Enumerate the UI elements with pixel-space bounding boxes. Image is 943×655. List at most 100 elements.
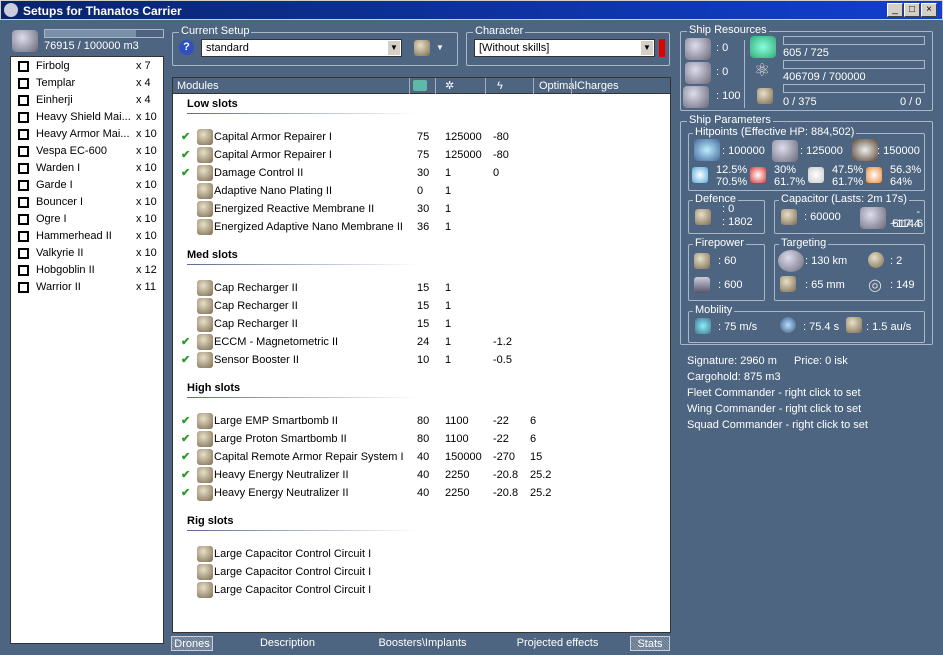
drone-list-item[interactable]: Heavy Shield Mai... x 10 xyxy=(11,109,163,126)
turret-icon xyxy=(685,38,711,60)
drone-list-item[interactable]: Valkyrie II x 10 xyxy=(11,245,163,262)
drone-list-item[interactable]: Hobgoblin II x 12 xyxy=(11,262,163,279)
module-row[interactable]: ✔ Capital Remote Armor Repair System I 40 1… xyxy=(173,448,670,466)
checkbox[interactable] xyxy=(18,163,29,174)
drone-name: Ogre I xyxy=(36,213,67,225)
checkbox[interactable] xyxy=(18,282,29,293)
checkbox[interactable] xyxy=(18,197,29,208)
tab-projected-effects[interactable]: Projected effects xyxy=(505,636,610,651)
checkbox[interactable] xyxy=(18,248,29,259)
sensor-strength: : 149 xyxy=(890,279,915,291)
module-row[interactable]: ✔ Large Proton Smartbomb II 80 1100 -22 6 xyxy=(173,430,670,448)
module-name: Large Capacitor Control Circuit I xyxy=(214,566,372,578)
firepower-label: Firepower xyxy=(693,237,746,249)
drone-quantity: x 12 xyxy=(136,264,157,276)
defence-b: : 1802 xyxy=(722,216,753,228)
module-row[interactable]: Energized Adaptive Nano Membrane II 36 1 xyxy=(173,218,670,236)
module-row[interactable]: ✔ Heavy Energy Neutralizer II 40 2250 -20.8 2… xyxy=(173,466,670,484)
col-charges[interactable]: Charges xyxy=(577,78,619,94)
module-row[interactable]: ✔ Capital Armor Repairer I 75 125000 -80 xyxy=(173,146,670,164)
module-row[interactable]: Large Capacitor Control Circuit I xyxy=(173,563,670,581)
setup-select[interactable]: standard ▼ xyxy=(201,39,402,57)
modules-table[interactable]: Modules ✲ ϟ Optimal Charges Low slots ✔ Ca… xyxy=(172,77,671,633)
module-icon xyxy=(197,467,213,483)
module-row[interactable]: Cap Recharger II 15 1 xyxy=(173,315,670,333)
module-powergrid: 1 xyxy=(445,203,452,215)
checkbox[interactable] xyxy=(18,146,29,157)
module-icon xyxy=(197,334,213,350)
checkbox[interactable] xyxy=(18,61,29,72)
drone-list-item[interactable]: Templar x 4 xyxy=(11,75,163,92)
current-setup-label: Current Setup xyxy=(179,25,252,37)
module-row[interactable]: ✔ Sensor Booster II 10 1 -0.5 xyxy=(173,351,670,369)
align-time-icon xyxy=(780,317,796,333)
checkbox[interactable] xyxy=(18,112,29,123)
checkbox[interactable] xyxy=(18,231,29,242)
wing-commander[interactable]: Wing Commander - right click to set xyxy=(687,403,861,415)
module-cpu: 15 xyxy=(417,318,430,330)
capacitor-column-icon[interactable]: ϟ xyxy=(497,78,503,94)
drone-list-item[interactable]: Garde I x 10 xyxy=(11,177,163,194)
drone-list-item[interactable]: Firbolg x 7 xyxy=(11,58,163,75)
drone-list-item[interactable]: Vespa EC-600 x 10 xyxy=(11,143,163,160)
section-header: Med slots xyxy=(187,249,417,265)
drone-name: Einherji xyxy=(36,94,73,106)
drone-list-item[interactable]: Hammerhead II x 10 xyxy=(11,228,163,245)
module-row[interactable]: Large Capacitor Control Circuit I xyxy=(173,581,670,599)
help-icon[interactable]: ? xyxy=(179,40,194,55)
checkbox[interactable] xyxy=(18,180,29,191)
drone-quantity: x 10 xyxy=(136,111,157,123)
module-cpu: 75 xyxy=(417,131,430,143)
close-button[interactable]: × xyxy=(921,3,937,17)
module-optimal: 6 xyxy=(530,415,537,427)
checkbox[interactable] xyxy=(18,214,29,225)
module-row[interactable]: Energized Reactive Membrane II 30 1 xyxy=(173,200,670,218)
module-row[interactable]: Adaptive Nano Plating II 0 1 xyxy=(173,182,670,200)
module-row[interactable]: ✔ Capital Armor Repairer I 75 125000 -80 xyxy=(173,128,670,146)
module-row[interactable]: ✔ Damage Control II 30 1 0 xyxy=(173,164,670,182)
module-row[interactable]: ✔ Heavy Energy Neutralizer II 40 2250 -20.8 2… xyxy=(173,484,670,502)
checkbox[interactable] xyxy=(18,265,29,276)
module-name: Energized Adaptive Nano Membrane II xyxy=(214,221,403,233)
dropdown-arrow-icon[interactable]: ▼ xyxy=(436,43,444,52)
setup-tools-icon[interactable] xyxy=(414,40,430,56)
module-capacitor: -22 xyxy=(493,415,509,427)
col-modules[interactable]: Modules xyxy=(177,78,219,94)
module-name: Large Capacitor Control Circuit I xyxy=(214,548,372,560)
maximize-button[interactable]: □ xyxy=(904,3,920,17)
drone-list-item[interactable]: Bouncer I x 10 xyxy=(11,194,163,211)
tab-stats[interactable]: Stats xyxy=(630,636,670,651)
module-name: Sensor Booster II xyxy=(214,354,299,366)
module-name: Cap Recharger II xyxy=(214,300,298,312)
squad-commander[interactable]: Squad Commander - right click to set xyxy=(687,419,868,431)
drone-list-item[interactable]: Einherji x 4 xyxy=(11,92,163,109)
checkbox[interactable] xyxy=(18,78,29,89)
fleet-commander[interactable]: Fleet Commander - right click to set xyxy=(687,387,861,399)
tab-boosters-implants[interactable]: Boosters\Implants xyxy=(370,636,475,651)
powergrid-column-icon[interactable]: ✲ xyxy=(445,78,454,94)
module-cpu: 15 xyxy=(417,282,430,294)
module-powergrid: 1100 xyxy=(445,433,469,445)
module-icon xyxy=(197,201,213,217)
character-value: [Without skills] xyxy=(479,42,550,54)
minimize-button[interactable]: _ xyxy=(887,3,903,17)
module-row[interactable]: Cap Recharger II 15 1 xyxy=(173,297,670,315)
module-row[interactable]: ✔ Large EMP Smartbomb II 80 1100 -22 6 xyxy=(173,412,670,430)
character-select[interactable]: [Without skills] ▼ xyxy=(474,39,655,57)
drone-list-item[interactable]: Warden I x 10 xyxy=(11,160,163,177)
module-name: Cap Recharger II xyxy=(214,282,298,294)
module-icon xyxy=(197,582,213,598)
drone-name: Warden I xyxy=(36,162,81,174)
drone-list-item[interactable]: Heavy Armor Mai... x 10 xyxy=(11,126,163,143)
checkbox[interactable] xyxy=(18,95,29,106)
tab-drones[interactable]: Drones xyxy=(171,636,213,651)
cpu-column-icon[interactable] xyxy=(413,80,427,91)
module-row[interactable]: ✔ ECCM - Magnetometric II 24 1 -1.2 xyxy=(173,333,670,351)
checkbox[interactable] xyxy=(18,129,29,140)
drone-list-item[interactable]: Warrior II x 11 xyxy=(11,279,163,296)
drone-list-item[interactable]: Ogre I x 10 xyxy=(11,211,163,228)
drone-list[interactable]: Firbolg x 7 Templar x 4 Einherji x 4 Heavy Shi… xyxy=(10,56,164,644)
tab-description[interactable]: Description xyxy=(245,636,330,651)
module-row[interactable]: Cap Recharger II 15 1 xyxy=(173,279,670,297)
module-row[interactable]: Large Capacitor Control Circuit I xyxy=(173,545,670,563)
